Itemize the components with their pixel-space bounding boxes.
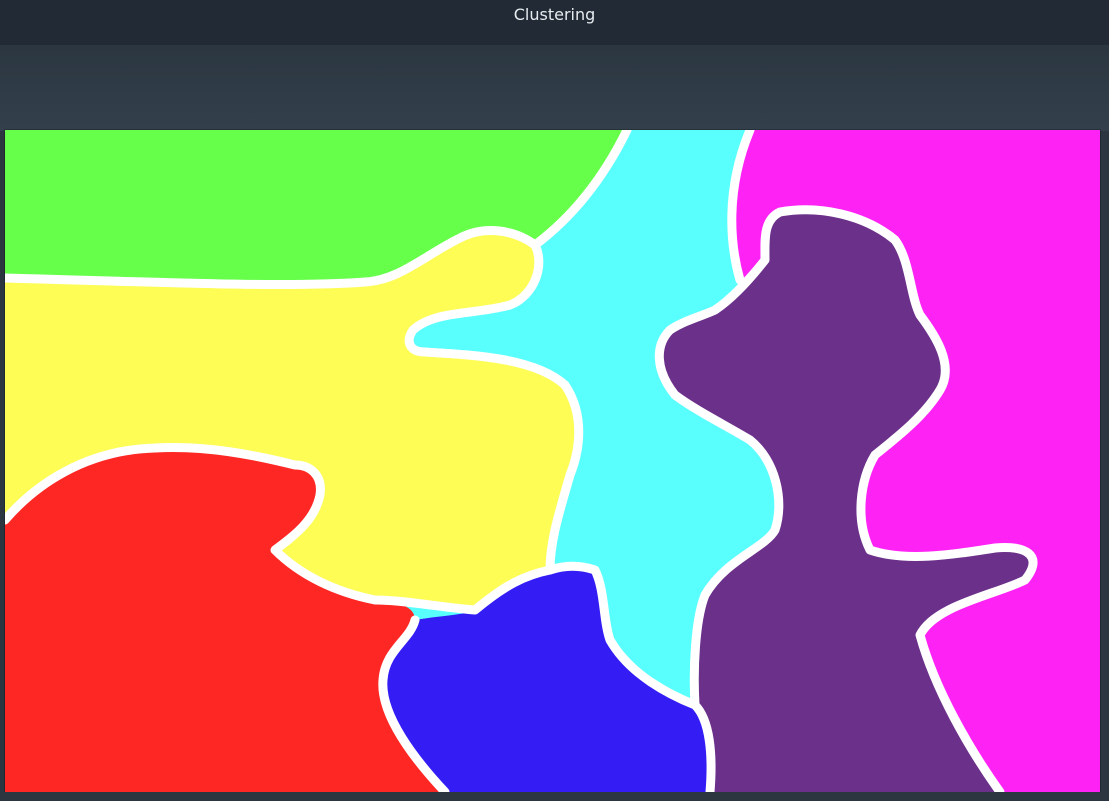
clustering-canvas[interactable] xyxy=(5,130,1100,792)
cluster-map[interactable] xyxy=(5,130,1100,792)
bottom-edge xyxy=(0,792,1109,801)
toolbar-area xyxy=(0,45,1109,131)
title-bar: Clustering xyxy=(0,0,1109,45)
window-title: Clustering xyxy=(513,5,596,24)
